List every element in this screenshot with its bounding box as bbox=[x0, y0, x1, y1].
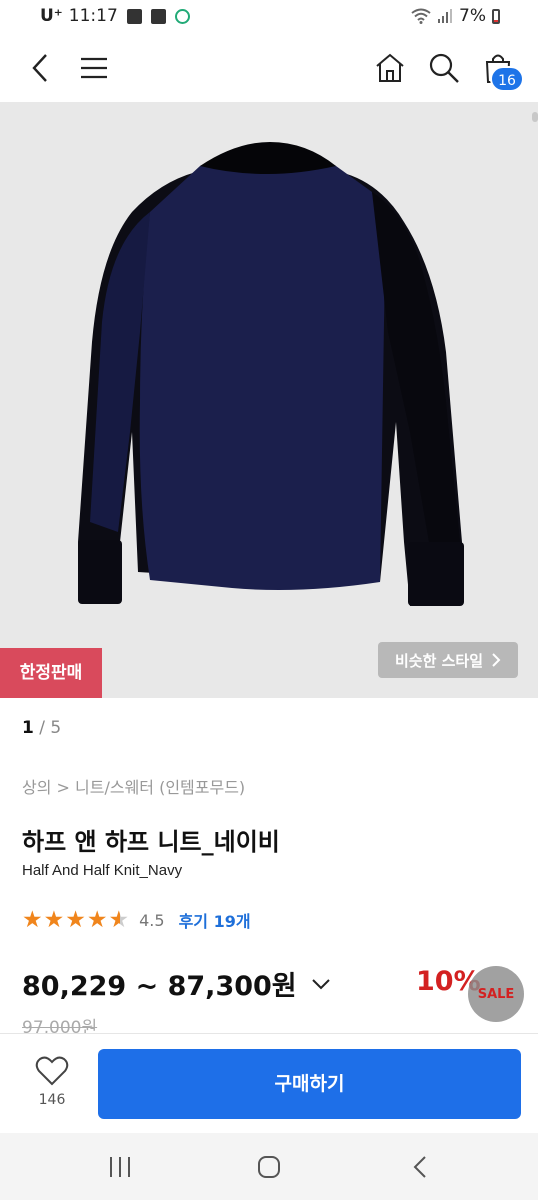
clock: 11:17 bbox=[68, 6, 118, 26]
star-icon: ★ bbox=[43, 906, 65, 933]
heart-icon bbox=[35, 1056, 69, 1086]
product-image[interactable] bbox=[0, 102, 538, 698]
star-icon: ★ bbox=[86, 906, 108, 933]
star-icon: ★ bbox=[65, 906, 86, 933]
battery-percent: 7% bbox=[459, 6, 486, 26]
home-circle-icon bbox=[258, 1156, 280, 1178]
map-notification-icon bbox=[174, 8, 190, 24]
battery-icon bbox=[492, 8, 500, 24]
back-button[interactable] bbox=[20, 48, 60, 88]
like-button[interactable]: 146 bbox=[20, 1056, 84, 1108]
scroll-indicator[interactable] bbox=[532, 112, 538, 122]
system-navigation bbox=[0, 1133, 538, 1200]
product-subtitle: Half And Half Knit_Navy bbox=[22, 862, 183, 879]
limited-sale-badge: 한정판매 bbox=[0, 648, 102, 698]
recent-apps-button[interactable] bbox=[100, 1151, 140, 1183]
similar-style-label: 비슷한 스타일 bbox=[394, 651, 484, 670]
image-pager: 1 / 5 bbox=[22, 718, 61, 738]
sale-floating-button[interactable]: SALE bbox=[468, 966, 524, 1022]
status-right: 7% bbox=[411, 6, 500, 26]
recent-apps-icon bbox=[110, 1157, 130, 1177]
rating-value: 4.5 bbox=[139, 910, 165, 930]
like-count: 146 bbox=[38, 1092, 66, 1108]
search-icon bbox=[429, 53, 459, 83]
price-range: 80,229 ~ 87,300원 bbox=[22, 971, 297, 1002]
breadcrumb[interactable]: 상의 > 니트/스웨터 (인템포무드) bbox=[22, 774, 245, 798]
price-row[interactable]: 80,229 ~ 87,300원 bbox=[22, 964, 331, 1003]
gallery-notification-icon bbox=[126, 8, 142, 24]
star-icon: ★ bbox=[22, 906, 43, 933]
half-star-icon: ★ bbox=[108, 906, 130, 933]
home-icon bbox=[376, 53, 404, 82]
sale-tag: SALE bbox=[477, 986, 515, 1002]
buy-button[interactable]: 구매하기 bbox=[98, 1049, 521, 1119]
sweater-image bbox=[78, 142, 464, 606]
system-back-button[interactable] bbox=[400, 1151, 440, 1183]
hamburger-icon bbox=[81, 57, 107, 79]
menu-button[interactable] bbox=[74, 48, 114, 88]
rating-stars: ★ ★ ★ ★ ★ bbox=[22, 906, 130, 933]
search-button[interactable] bbox=[424, 48, 464, 88]
rating-row: ★ ★ ★ ★ ★ 4.5 후기 19개 bbox=[22, 905, 251, 935]
home-system-button[interactable] bbox=[249, 1151, 289, 1183]
carrier-label: U⁺ bbox=[40, 6, 63, 26]
status-left: U⁺ 11:17 bbox=[40, 6, 190, 26]
cart-count-badge: 16 bbox=[490, 66, 524, 92]
wifi-icon bbox=[411, 8, 431, 24]
similar-style-button[interactable]: 비슷한 스타일 bbox=[378, 642, 518, 678]
purchase-bar: 146 구매하기 bbox=[0, 1033, 538, 1133]
product-title: 하프 앤 하프 니트_네이비 bbox=[22, 828, 280, 856]
status-bar: U⁺ 11:17 7% bbox=[0, 0, 538, 34]
home-button[interactable] bbox=[370, 48, 410, 88]
current-image-index: 1 bbox=[22, 718, 34, 738]
chevron-left-icon bbox=[32, 54, 47, 82]
image-total: / 5 bbox=[39, 718, 62, 738]
reviews-link[interactable]: 후기 19개 bbox=[179, 908, 251, 932]
signal-icon bbox=[438, 9, 453, 23]
top-navigation bbox=[0, 34, 538, 102]
chevron-down-icon[interactable] bbox=[311, 977, 331, 991]
chevron-right-icon bbox=[492, 653, 501, 667]
alert-notification-icon bbox=[150, 8, 166, 24]
back-arrow-icon bbox=[413, 1156, 426, 1178]
